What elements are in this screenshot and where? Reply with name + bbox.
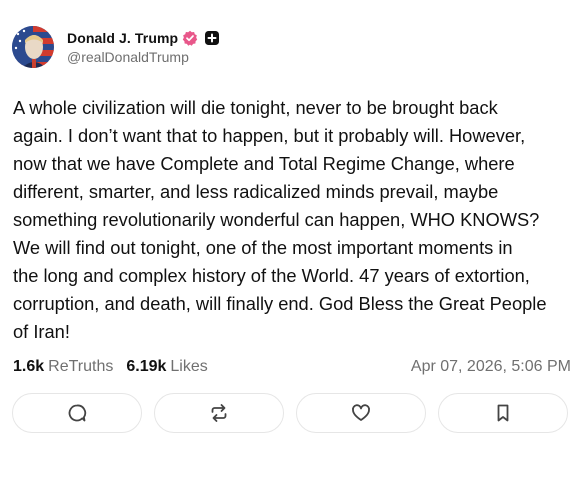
- retruths-label: ReTruths: [48, 358, 114, 375]
- action-bar: [12, 393, 568, 433]
- post-text: A whole civilization will die tonight, n…: [13, 97, 547, 342]
- truth-post-card: Donald J. Trump @realDonaldTrump A whole…: [0, 0, 588, 490]
- like-button[interactable]: [296, 393, 426, 433]
- comment-icon: [68, 404, 87, 422]
- repost-icon: [211, 404, 227, 422]
- post-header: Donald J. Trump @realDonaldTrump: [12, 26, 220, 68]
- verified-badge-icon: [182, 30, 198, 46]
- heart-icon: [352, 404, 370, 421]
- author-display-name[interactable]: Donald J. Trump: [67, 30, 178, 46]
- likes-stat[interactable]: 6.19k Likes: [126, 358, 207, 376]
- retruths-count: 1.6k: [13, 358, 45, 375]
- avatar-image: [12, 26, 54, 68]
- likes-count: 6.19k: [126, 358, 167, 375]
- post-stats: 1.6k ReTruths 6.19k Likes Apr 07, 2026, …: [13, 356, 571, 378]
- bookmark-icon: [497, 404, 509, 422]
- avatar[interactable]: [12, 26, 54, 68]
- author-names: Donald J. Trump @realDonaldTrump: [67, 26, 220, 65]
- retruth-button[interactable]: [154, 393, 284, 433]
- reply-button[interactable]: [12, 393, 142, 433]
- plus-badge-icon: [205, 31, 220, 45]
- author-handle[interactable]: @realDonaldTrump: [67, 49, 220, 65]
- retruths-stat[interactable]: 1.6k ReTruths: [13, 358, 113, 376]
- post-timestamp[interactable]: Apr 07, 2026, 5:06 PM: [411, 358, 571, 376]
- bookmark-button[interactable]: [438, 393, 568, 433]
- likes-label: Likes: [170, 358, 208, 375]
- author-name-row: Donald J. Trump: [67, 27, 220, 49]
